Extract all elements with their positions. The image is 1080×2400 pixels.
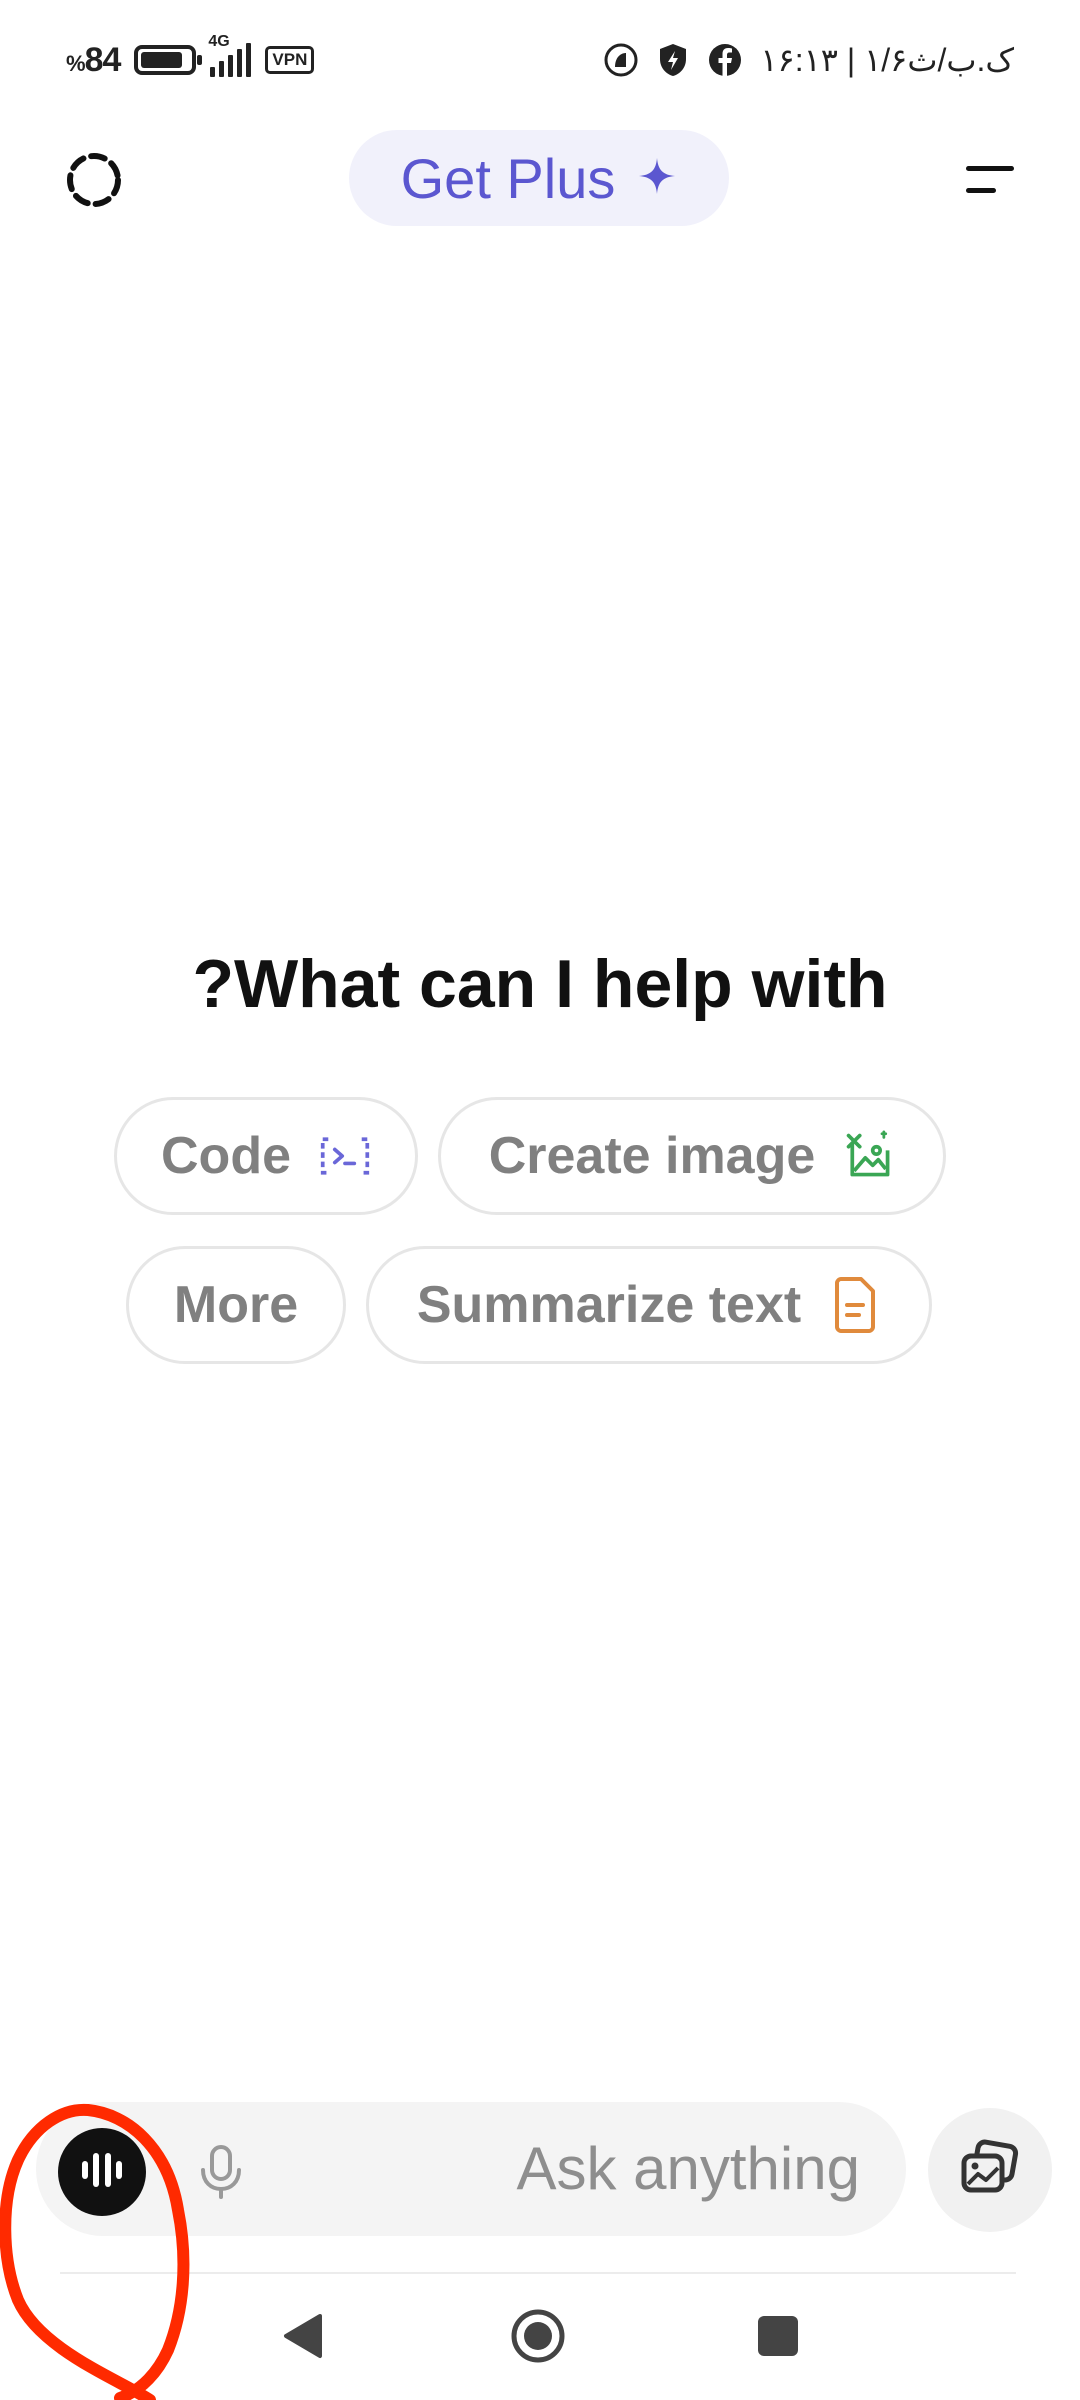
photo-library-button[interactable] bbox=[928, 2108, 1052, 2232]
ask-input[interactable]: Ask anything bbox=[490, 2134, 860, 2203]
back-triangle-icon[interactable] bbox=[280, 2312, 324, 2360]
chip-summarize-text[interactable]: Summarize text bbox=[366, 1246, 932, 1364]
status-date-time: ۱۶:۱۳ | ۱/۶ک.ب/ث bbox=[760, 42, 1014, 78]
vpn-badge: VPN bbox=[265, 46, 315, 74]
network-type-label: 4G bbox=[208, 33, 230, 50]
chip-label: Summarize text bbox=[416, 1276, 802, 1334]
status-bar: %84 4G VPN ۱۶:۱۳ | ۱/۶ک.ب/ث bbox=[0, 0, 1080, 120]
get-plus-button[interactable]: Get Plus bbox=[349, 130, 729, 226]
facebook-icon bbox=[708, 43, 742, 77]
image-icon bbox=[843, 1130, 895, 1182]
divider bbox=[60, 2272, 1016, 2274]
chip-label: Code bbox=[161, 1127, 291, 1185]
signal-icon: 4G bbox=[208, 33, 252, 77]
page-title: ?What can I help with bbox=[192, 946, 888, 1022]
chip-create-image[interactable]: Create image bbox=[438, 1097, 946, 1215]
chat-history-icon[interactable] bbox=[64, 150, 124, 210]
chip-code[interactable]: Code bbox=[114, 1097, 418, 1215]
status-left: %84 4G VPN bbox=[66, 33, 315, 84]
app-notification-icon bbox=[604, 43, 638, 77]
home-circle-icon[interactable] bbox=[510, 2308, 566, 2364]
battery-icon bbox=[134, 45, 203, 75]
microphone-icon[interactable] bbox=[196, 2144, 246, 2200]
code-icon bbox=[319, 1130, 371, 1182]
voice-mode-button[interactable] bbox=[58, 2128, 146, 2216]
document-icon bbox=[829, 1277, 881, 1333]
chip-more[interactable]: More bbox=[126, 1246, 346, 1364]
voice-mode-icon bbox=[78, 2146, 126, 2199]
chip-label: Create image bbox=[488, 1127, 816, 1185]
get-plus-label: Get Plus bbox=[400, 146, 616, 210]
chip-label: More bbox=[173, 1276, 299, 1334]
menu-icon[interactable] bbox=[962, 160, 1018, 200]
photo-library-icon bbox=[958, 2138, 1022, 2203]
battery-text: %84 bbox=[66, 40, 121, 79]
recent-apps-square-icon[interactable] bbox=[758, 2316, 798, 2356]
status-right: ۱۶:۱۳ | ۱/۶ک.ب/ث bbox=[604, 36, 1014, 84]
sparkle-icon bbox=[637, 156, 677, 201]
shield-icon bbox=[656, 43, 690, 77]
